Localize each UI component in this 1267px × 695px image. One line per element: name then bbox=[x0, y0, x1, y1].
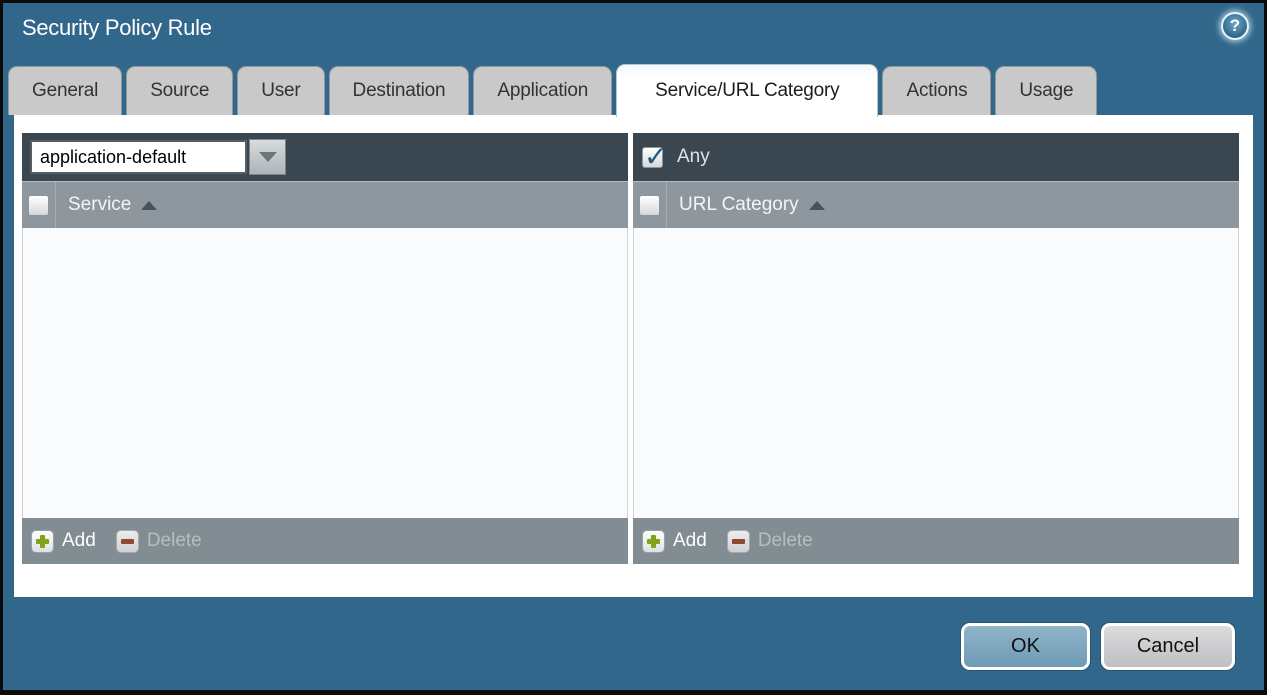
url-category-column-header[interactable]: URL Category bbox=[667, 182, 825, 228]
tab-content-service-url-category: application-default Service bbox=[14, 115, 1253, 597]
tab-destination[interactable]: Destination bbox=[329, 66, 470, 115]
service-type-dropdown[interactable]: application-default bbox=[30, 139, 286, 175]
url-category-table-header: URL Category bbox=[633, 181, 1239, 228]
service-panel: application-default Service bbox=[22, 133, 628, 564]
service-type-dropdown-arrow-button[interactable] bbox=[249, 139, 286, 175]
tab-general[interactable]: General bbox=[8, 66, 122, 115]
service-add-label: Add bbox=[62, 530, 96, 552]
ok-button[interactable]: OK bbox=[961, 623, 1090, 670]
service-column-header[interactable]: Service bbox=[56, 182, 157, 228]
tab-bar: General Source User Destination Applicat… bbox=[8, 66, 1258, 115]
url-category-footer-toolbar: Add Delete bbox=[633, 518, 1239, 564]
chevron-down-icon bbox=[259, 152, 277, 162]
service-select-all-cell bbox=[22, 182, 56, 228]
service-delete-button[interactable]: Delete bbox=[116, 530, 202, 553]
tab-application[interactable]: Application bbox=[473, 66, 612, 115]
plus-icon bbox=[31, 530, 54, 553]
sort-ascending-icon bbox=[809, 201, 825, 210]
service-select-all-checkbox[interactable] bbox=[28, 195, 49, 216]
cancel-button[interactable]: Cancel bbox=[1101, 623, 1235, 670]
service-footer-toolbar: Add Delete bbox=[22, 518, 628, 564]
url-category-any-checkbox[interactable] bbox=[642, 147, 663, 168]
minus-icon bbox=[116, 530, 139, 553]
url-category-any-row: Any bbox=[641, 146, 710, 168]
tab-actions[interactable]: Actions bbox=[882, 66, 991, 115]
url-category-any-label: Any bbox=[677, 146, 710, 168]
service-add-button[interactable]: Add bbox=[31, 530, 96, 553]
url-category-column-header-label: URL Category bbox=[679, 194, 799, 216]
service-list-body[interactable] bbox=[22, 228, 628, 518]
url-category-select-all-checkbox[interactable] bbox=[639, 195, 660, 216]
url-category-add-button[interactable]: Add bbox=[642, 530, 707, 553]
service-delete-label: Delete bbox=[147, 530, 202, 552]
dialog-title: Security Policy Rule bbox=[22, 15, 212, 41]
url-category-topbar: Any bbox=[633, 133, 1239, 181]
service-type-dropdown-value[interactable]: application-default bbox=[30, 140, 247, 174]
sort-ascending-icon bbox=[141, 201, 157, 210]
url-category-delete-button[interactable]: Delete bbox=[727, 530, 813, 553]
tab-source[interactable]: Source bbox=[126, 66, 233, 115]
url-category-panel: Any URL Category Add bbox=[633, 133, 1239, 564]
security-policy-rule-dialog: Security Policy Rule ? General Source Us… bbox=[0, 0, 1267, 695]
service-topbar: application-default bbox=[22, 133, 628, 181]
url-category-list-body[interactable] bbox=[633, 228, 1239, 518]
minus-icon bbox=[727, 530, 750, 553]
plus-icon bbox=[642, 530, 665, 553]
service-table-header: Service bbox=[22, 181, 628, 228]
url-category-select-all-cell bbox=[633, 182, 667, 228]
tab-usage[interactable]: Usage bbox=[995, 66, 1097, 115]
tab-user[interactable]: User bbox=[237, 66, 324, 115]
help-icon[interactable]: ? bbox=[1221, 12, 1249, 40]
tab-service-url-category[interactable]: Service/URL Category bbox=[616, 64, 878, 117]
url-category-delete-label: Delete bbox=[758, 530, 813, 552]
service-column-header-label: Service bbox=[68, 194, 131, 216]
url-category-add-label: Add bbox=[673, 530, 707, 552]
